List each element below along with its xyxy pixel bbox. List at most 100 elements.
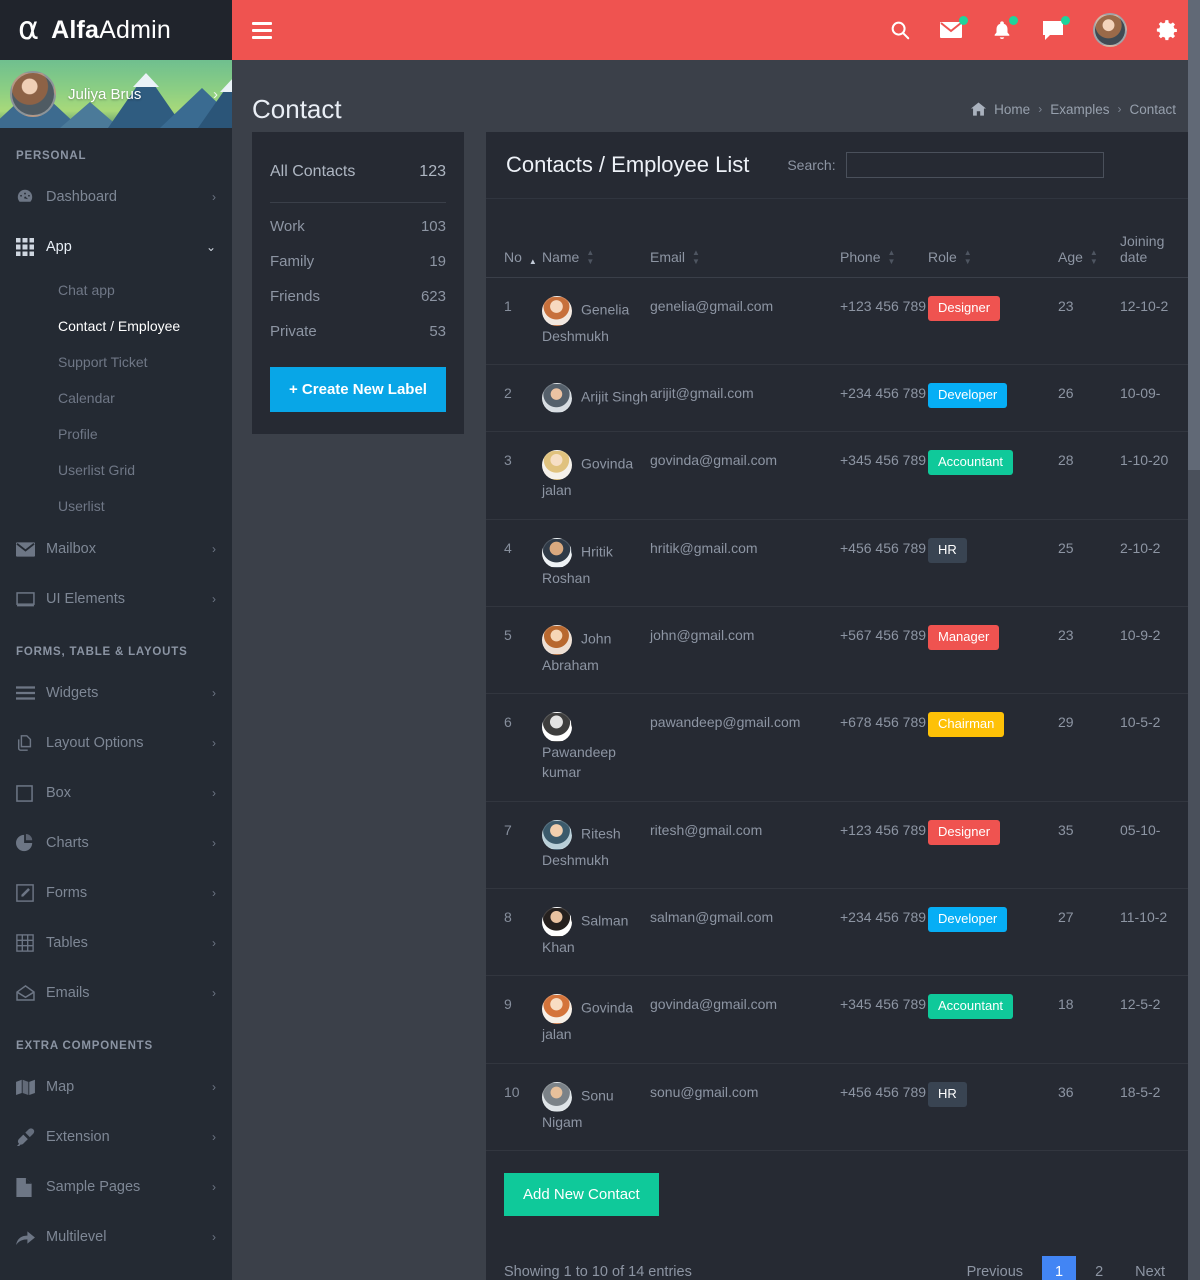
table-row[interactable]: 2 Arijit Singh arijit@gmail.com +234 456 78…: [486, 364, 1200, 433]
label-row-work[interactable]: Work 103: [270, 209, 446, 244]
contacts-table-panel: Contacts / Employee List Search: No ▲ Name…: [486, 132, 1200, 1280]
sort-none-icon[interactable]: ▲▼: [586, 249, 594, 266]
scrollbar-thumb[interactable]: [1188, 0, 1200, 470]
chevron-right-icon[interactable]: ›: [213, 86, 218, 103]
sidebar-item-app[interactable]: App ⌄: [0, 222, 232, 272]
sidebar-subitem-contact-employee[interactable]: Contact / Employee: [0, 308, 232, 344]
showing-entries-text: Showing 1 to 10 of 14 entries: [504, 1263, 692, 1280]
sidebar-subitem-userlist-grid[interactable]: Userlist Grid: [0, 452, 232, 488]
profile-banner[interactable]: Juliya Brus ›: [0, 60, 232, 128]
sidebar-item-mailbox[interactable]: Mailbox ›: [0, 524, 232, 574]
pagination-page-2[interactable]: 2: [1082, 1256, 1116, 1280]
chat-icon[interactable]: [1041, 16, 1070, 41]
table-row[interactable]: 10 Sonu Nigam sonu@gmail.com +456 456 789 HR…: [486, 1063, 1200, 1151]
pagination-previous[interactable]: Previous: [954, 1256, 1036, 1280]
chevron-right-icon: ›: [212, 592, 216, 606]
cell-phone: +456 456 789: [840, 519, 928, 607]
labels-card: All Contacts 123 Work 103 Family 19 Friends 6…: [252, 132, 464, 434]
sidebar-item-label: Map: [46, 1079, 75, 1095]
cell-role: Developer: [928, 364, 1058, 433]
sidebar-item-charts[interactable]: Charts ›: [0, 818, 232, 868]
sidebar-item-emails[interactable]: Emails ›: [0, 968, 232, 1018]
cell-email: salman@gmail.com: [650, 888, 840, 977]
cell-email: ritesh@gmail.com: [650, 801, 840, 890]
table-pagination-bar: Showing 1 to 10 of 14 entries Previous 1 2…: [486, 1216, 1200, 1280]
sidebar-subitem-profile[interactable]: Profile: [0, 416, 232, 452]
vertical-scrollbar[interactable]: [1188, 0, 1200, 1280]
label-row-friends[interactable]: Friends 623: [270, 279, 446, 314]
table-row[interactable]: 6 Pawandeep kumar pawandeep@gmail.com +678 …: [486, 693, 1200, 802]
sidebar-subitem-chat-app[interactable]: Chat app: [0, 272, 232, 308]
sidebar-item-box[interactable]: Box ›: [0, 768, 232, 818]
search-icon[interactable]: [889, 19, 911, 41]
sort-none-icon[interactable]: ▲▼: [1090, 249, 1098, 266]
table-row[interactable]: 9 Govinda jalan govinda@gmail.com +345 456 …: [486, 975, 1200, 1064]
open-envelope-icon: [16, 985, 46, 1001]
chevron-right-icon: ›: [212, 886, 216, 900]
table-row[interactable]: 4 Hritik Roshan hritik@gmail.com +456 456 7…: [486, 519, 1200, 607]
sidebar-item-label: Layout Options: [46, 735, 144, 751]
table-row[interactable]: 3 Govinda jalan govinda@gmail.com +345 456 …: [486, 431, 1200, 520]
cell-age: 36: [1058, 1063, 1120, 1151]
cell-phone: +345 456 789: [840, 431, 928, 520]
sidebar-item-map[interactable]: Map ›: [0, 1062, 232, 1112]
label-row-private[interactable]: Private 53: [270, 314, 446, 349]
sidebar-subitem-userlist[interactable]: Userlist: [0, 488, 232, 524]
file-icon: [16, 1177, 46, 1197]
brand[interactable]: α AlfaAdmin: [0, 0, 232, 60]
sidebar-subitem-calendar[interactable]: Calendar: [0, 380, 232, 416]
table-row[interactable]: 7 Ritesh Deshmukh ritesh@gmail.com +123 456…: [486, 801, 1200, 890]
role-badge: HR: [928, 537, 967, 563]
mail-icon[interactable]: [939, 16, 968, 41]
all-contacts-row[interactable]: All Contacts 123: [270, 154, 446, 190]
sidebar-item-sample-pages[interactable]: Sample Pages ›: [0, 1162, 232, 1212]
table-row[interactable]: 8 Salman Khan salman@gmail.com +234 456 789…: [486, 888, 1200, 977]
bell-icon[interactable]: [991, 15, 1018, 42]
role-badge: Developer: [928, 383, 1008, 409]
sidebar-item-widgets[interactable]: Widgets ›: [0, 668, 232, 718]
sidebar-item-ui-elements[interactable]: UI Elements ›: [0, 574, 232, 624]
search-input[interactable]: [845, 152, 1104, 178]
contact-name: Pawandeep kumar: [542, 744, 616, 781]
sort-none-icon[interactable]: ▲▼: [964, 249, 972, 266]
table-row[interactable]: 1 Genelia Deshmukh genelia@gmail.com +123 4…: [486, 277, 1200, 366]
label-row-family[interactable]: Family 19: [270, 244, 446, 279]
avatar[interactable]: [10, 71, 56, 117]
all-contacts-label: All Contacts: [270, 163, 356, 180]
sort-none-icon[interactable]: ▲▼: [692, 249, 700, 266]
sidebar-item-dashboard[interactable]: Dashboard ›: [0, 172, 232, 222]
sidebar-item-tables[interactable]: Tables ›: [0, 918, 232, 968]
sidebar-item-label: Dashboard: [46, 189, 117, 205]
gear-icon[interactable]: [1155, 18, 1180, 43]
chevron-right-icon: ›: [212, 1080, 216, 1094]
pagination-page-1[interactable]: 1: [1042, 1255, 1077, 1280]
cell-name: Hritik Roshan: [542, 519, 650, 607]
sidebar-item-multilevel[interactable]: Multilevel ›: [0, 1212, 232, 1262]
cell-email: arijit@gmail.com: [650, 364, 840, 433]
breadcrumb-home[interactable]: Home: [994, 102, 1030, 117]
avatar[interactable]: [1093, 13, 1127, 47]
sidebar-item-extension[interactable]: Extension ›: [0, 1112, 232, 1162]
brand-name-light: Admin: [99, 15, 171, 44]
sort-none-icon[interactable]: ▲▼: [887, 249, 895, 266]
table-header-role[interactable]: Role ▲ ▼: [928, 199, 1058, 278]
sidebar-item-forms[interactable]: Forms ›: [0, 868, 232, 918]
chevron-right-icon: ›: [212, 1130, 216, 1144]
sidebar-item-layout-options[interactable]: Layout Options ›: [0, 718, 232, 768]
add-new-contact-button[interactable]: Add New Contact: [504, 1172, 659, 1216]
table-header-no[interactable]: No ▲: [486, 199, 542, 278]
cell-age: 23: [1058, 606, 1120, 695]
pagination-next[interactable]: Next: [1122, 1256, 1178, 1280]
sidebar-subitem-support-ticket[interactable]: Support Ticket: [0, 344, 232, 380]
table-row[interactable]: 5 John Abraham john@gmail.com +567 456 789 M…: [486, 606, 1200, 695]
table-header-phone[interactable]: Phone ▲ ▼: [840, 199, 928, 278]
cell-name: Sonu Nigam: [542, 1063, 650, 1151]
sort-asc-icon[interactable]: ▲: [529, 258, 537, 266]
breadcrumb-examples[interactable]: Examples: [1050, 102, 1109, 117]
table-header-email[interactable]: Email ▲ ▼: [650, 199, 840, 278]
table-header-name[interactable]: Name ▲ ▼: [542, 199, 650, 278]
hamburger-icon[interactable]: [252, 21, 272, 39]
label-name: Friends: [270, 288, 321, 305]
create-new-label-button[interactable]: + Create New Label: [270, 367, 446, 412]
table-header-age[interactable]: Age ▲ ▼: [1058, 199, 1120, 278]
